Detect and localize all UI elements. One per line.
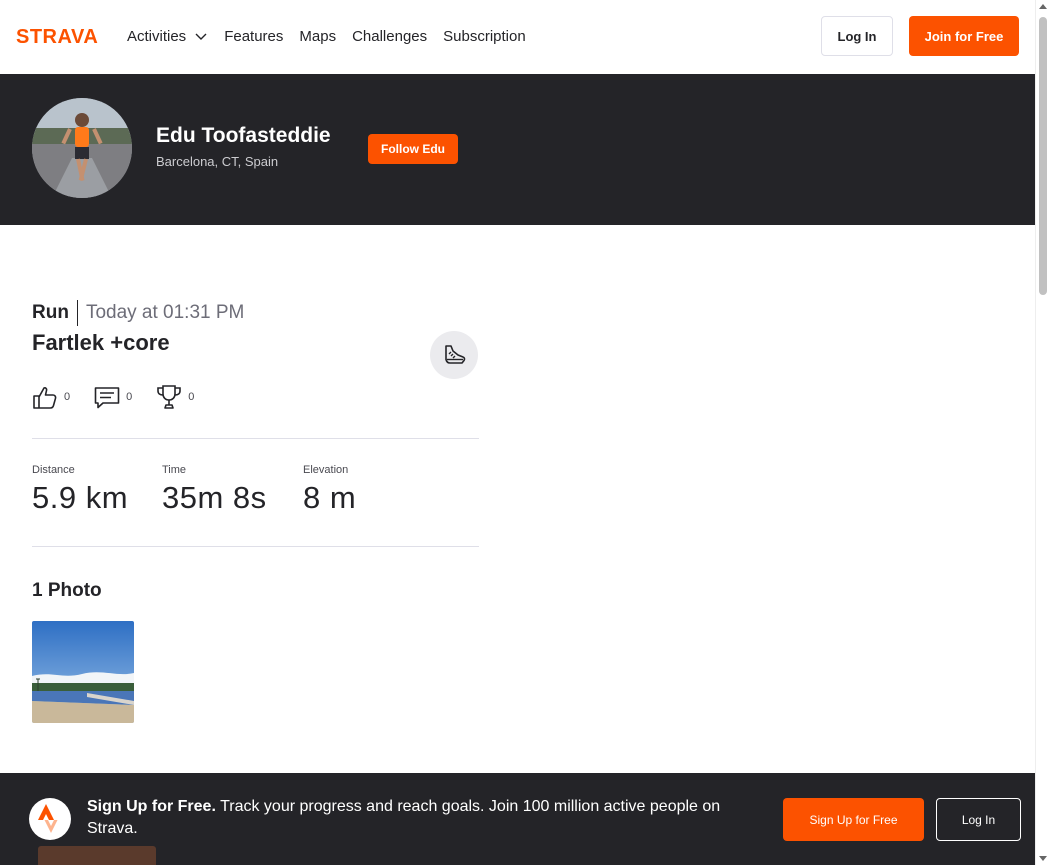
divider <box>32 546 479 547</box>
strava-mark-icon <box>29 798 71 840</box>
activity-header: Run Today at 01:31 PM <box>32 300 244 326</box>
stat-label: Time <box>162 464 187 476</box>
athlete-avatar[interactable] <box>32 98 132 198</box>
kudos-button[interactable]: 0 <box>32 384 70 410</box>
activity-date: Today at 01:31 PM <box>85 302 245 323</box>
achievements-count: 0 <box>188 391 195 403</box>
athlete-name[interactable]: Edu Toofasteddie <box>156 124 331 148</box>
scroll-up-arrow-icon[interactable] <box>1039 4 1047 9</box>
activity-title: Fartlek +core <box>32 330 170 355</box>
thumbs-up-icon <box>33 387 57 409</box>
running-shoe-icon <box>445 345 466 364</box>
login-button-bottom[interactable]: Log In <box>936 798 1021 841</box>
scrollbar[interactable] <box>1035 0 1050 865</box>
stat-label: Elevation <box>303 464 349 476</box>
stat-time: Time 35m 8s <box>162 464 303 516</box>
activity-type: Run <box>32 300 78 326</box>
hidden-button-edge <box>38 846 156 865</box>
photo-thumbnail[interactable] <box>32 621 134 723</box>
photos-title: 1 Photo <box>32 580 102 601</box>
stat-value: 8 m <box>303 480 357 515</box>
activity-stats: Distance 5.9 km Time 35m 8s Elevation 8 … <box>32 464 356 516</box>
avatar-photo <box>32 98 132 198</box>
comments-button[interactable]: 0 <box>94 384 132 410</box>
stat-value: 35m 8s <box>162 480 267 515</box>
divider <box>32 438 479 439</box>
login-button[interactable]: Log In <box>821 16 893 56</box>
nav-item-label: Activities <box>127 27 187 45</box>
achievements-button[interactable]: 0 <box>156 384 194 410</box>
signup-message: Sign Up for Free. Track your progress an… <box>87 796 757 840</box>
strava-logo[interactable]: STRAVA <box>16 27 111 45</box>
stat-value: 5.9 km <box>32 480 129 515</box>
nav-links: Activities Features Maps Challenges Subs… <box>127 0 542 72</box>
top-nav: STRAVA Activities Features Maps Challeng… <box>0 0 1035 74</box>
nav-item-features[interactable]: Features <box>224 28 283 45</box>
stat-elevation: Elevation 8 m <box>303 464 356 516</box>
comment-icon <box>94 387 120 409</box>
nav-item-activities[interactable]: Activities <box>127 28 208 45</box>
svg-text:STRAVA: STRAVA <box>16 27 98 45</box>
signup-button[interactable]: Sign Up for Free <box>783 798 924 841</box>
social-actions: 0 0 0 <box>32 384 218 410</box>
join-button[interactable]: Join for Free <box>909 16 1019 56</box>
signup-headline: Sign Up for Free. <box>87 798 216 815</box>
follow-button[interactable]: Follow Edu <box>368 134 458 164</box>
stat-label: Distance <box>32 464 75 476</box>
scroll-down-arrow-icon[interactable] <box>1039 856 1047 861</box>
scroll-thumb[interactable] <box>1039 17 1047 295</box>
comments-count: 0 <box>126 391 133 403</box>
trophy-icon <box>157 385 182 409</box>
nav-item-challenges[interactable]: Challenges <box>352 28 427 45</box>
activity-photo <box>32 621 134 723</box>
kudos-count: 0 <box>64 391 71 403</box>
athlete-location: Barcelona, CT, Spain <box>156 154 279 169</box>
chevron-down-icon <box>195 33 207 40</box>
athlete-banner: Edu Toofasteddie Barcelona, CT, Spain Fo… <box>0 74 1035 225</box>
nav-item-maps[interactable]: Maps <box>299 28 336 45</box>
stat-distance: Distance 5.9 km <box>32 464 162 516</box>
sport-badge <box>430 331 478 379</box>
nav-item-subscription[interactable]: Subscription <box>443 28 526 45</box>
